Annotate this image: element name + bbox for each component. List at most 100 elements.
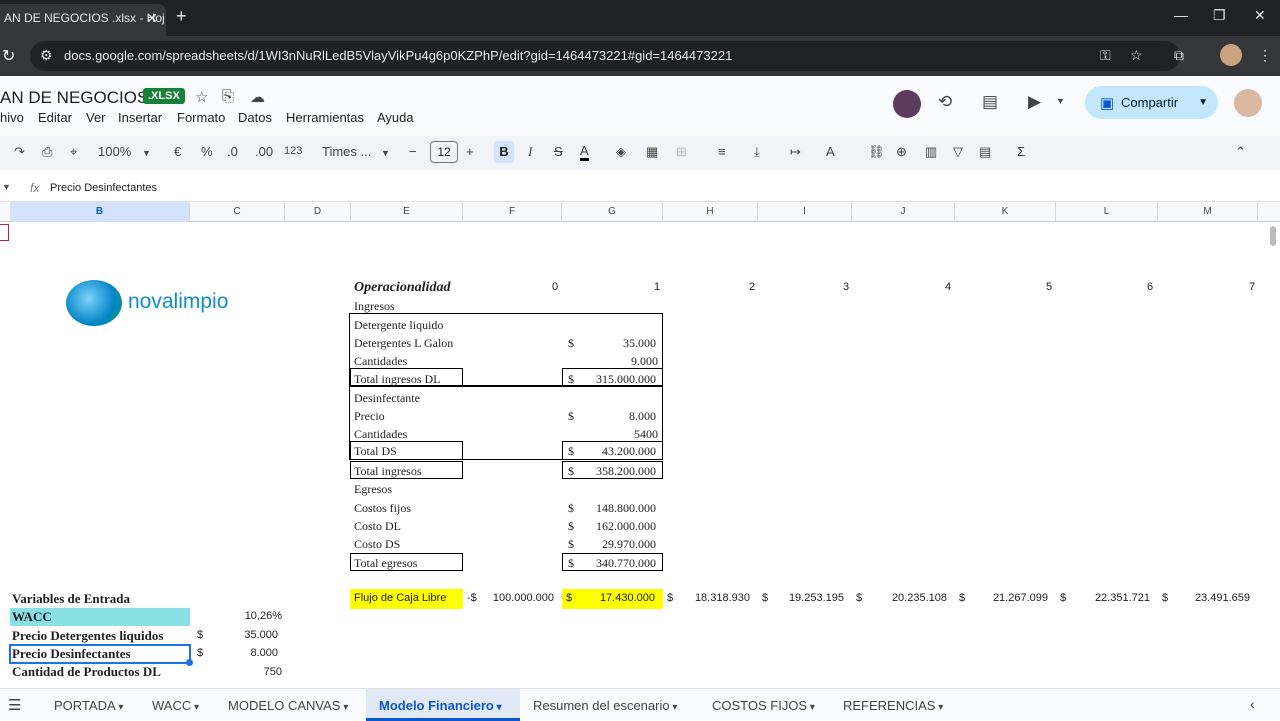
costo-ds-label[interactable]: Costo DS (354, 537, 400, 552)
flujo-value[interactable]: 21.267.099 (971, 592, 1048, 604)
chevron-down-icon[interactable]: ▾ (935, 702, 943, 713)
precio-label[interactable]: Precio (354, 409, 385, 424)
wacc-value[interactable]: 10,26% (200, 610, 282, 622)
det-galon-label[interactable]: Detergentes L Galon (354, 336, 453, 351)
desinfectante-label[interactable]: Desinfectante (354, 391, 420, 406)
chevron-down-icon[interactable]: ▾ (340, 702, 348, 713)
key-icon[interactable]: ⚿ (1100, 47, 1111, 64)
chevron-down-icon[interactable]: ▼ (1056, 96, 1065, 106)
formula-input[interactable]: Precio Desinfectantes (50, 182, 157, 194)
variables-title[interactable]: Variables de Entrada (12, 591, 130, 607)
collaborator-avatar[interactable] (893, 90, 921, 118)
precio-det-label[interactable]: Precio Detergentes liquidos (12, 628, 163, 644)
sheet-tab[interactable]: COSTOS FIJOS ▾ (712, 698, 815, 713)
print-icon[interactable]: ⎙ (42, 144, 52, 160)
menu-item[interactable]: Herramientas (286, 110, 364, 125)
fill-handle[interactable] (186, 659, 193, 666)
column-header[interactable]: C (190, 202, 285, 222)
chevron-down-icon[interactable]: ▼ (1198, 86, 1208, 119)
costos-fijos-label[interactable]: Costos fijos (354, 501, 411, 516)
chevron-down-icon[interactable]: ▾ (116, 702, 123, 713)
flujo-value[interactable]: 22.351.721 (1072, 592, 1150, 604)
menu-item[interactable]: Ayuda (377, 110, 414, 125)
sheet-grid[interactable]: novalimpio Operacionalidad 0 1 2 3 4 5 6 7 Ingr… (0, 222, 1268, 678)
costos-fijos-value[interactable]: 148.800.000 (580, 501, 656, 516)
period-number[interactable]: 7 (1242, 281, 1262, 293)
chevron-down-icon[interactable]: ▼ (142, 148, 151, 158)
font-select[interactable]: Times ... (322, 144, 371, 159)
fill-color-icon[interactable]: ◈ (616, 144, 626, 160)
table-view-icon[interactable]: ▤ (979, 144, 991, 160)
text-wrap-icon[interactable]: ↦ (790, 144, 801, 160)
total-egresos-value[interactable]: 340.770.000 (580, 556, 656, 571)
sheet-tab[interactable]: Modelo Financiero ▾ (379, 698, 502, 713)
sheet-tab[interactable]: MODELO CANVAS ▾ (228, 698, 348, 713)
sheet-tab[interactable]: REFERENCIAS ▾ (843, 698, 943, 713)
vertical-align-icon[interactable]: ⤓ (754, 144, 760, 160)
history-icon[interactable]: ⟲ (938, 92, 952, 112)
detergente-label[interactable]: Detergente liquido (354, 318, 443, 333)
flujo-value[interactable]: 17.430.000 (578, 592, 655, 604)
merge-cells-icon[interactable]: ⊞ (676, 144, 687, 160)
ingresos-label[interactable]: Ingresos (354, 299, 395, 314)
extensions-icon[interactable]: ⧉ (1174, 47, 1184, 64)
flujo-value[interactable]: 18.318.930 (679, 592, 750, 604)
all-sheets-icon[interactable]: ☰ (8, 696, 21, 714)
column-header[interactable]: K (955, 202, 1056, 222)
cant2-value[interactable]: 5400 (580, 427, 658, 442)
operacionalidad-title[interactable]: Operacionalidad (354, 280, 450, 296)
paint-format-icon[interactable]: ⌖ (70, 144, 77, 160)
precio-det-value[interactable]: 35.000 (210, 629, 278, 641)
close-tab-icon[interactable]: ✕ (146, 4, 158, 32)
star-icon[interactable]: ☆ (1130, 47, 1143, 64)
total-dl-value[interactable]: 315.000.000 (580, 372, 656, 387)
menu-item[interactable]: Editar (38, 110, 72, 125)
flujo-value[interactable]: 23.491.659 (1174, 592, 1250, 604)
close-window-icon[interactable]: ✕ (1254, 7, 1266, 24)
font-size-increase-icon[interactable]: + (466, 144, 474, 159)
sheet-tab[interactable]: Resumen del escenario ▾ (533, 698, 677, 713)
bold-button[interactable]: B (494, 141, 514, 163)
strikethrough-icon[interactable]: S (554, 144, 563, 159)
cloud-icon[interactable]: ☁ (250, 88, 265, 106)
column-header[interactable]: H (663, 202, 758, 222)
functions-icon[interactable]: Σ (1017, 144, 1025, 159)
wacc-label[interactable]: WACC (12, 609, 52, 625)
precio-des-label[interactable]: Precio Desinfectantes (12, 646, 131, 662)
period-number[interactable]: 1 (647, 281, 667, 293)
minimize-icon[interactable]: — (1174, 7, 1188, 23)
column-header[interactable]: I (758, 202, 852, 222)
sheet-tab[interactable]: PORTADA ▾ (54, 698, 123, 713)
total-ingresos-value[interactable]: 358.200.000 (580, 464, 656, 479)
det-galon-value[interactable]: 35.000 (580, 336, 656, 351)
column-header[interactable]: D (285, 202, 351, 222)
number-format-button[interactable]: 123 (284, 145, 302, 157)
more-icon[interactable]: ⋮ (1258, 47, 1272, 64)
scroll-tabs-left-icon[interactable]: ‹ (1250, 696, 1255, 712)
cant1-label[interactable]: Cantidades (354, 354, 407, 369)
chart-icon[interactable]: ▥ (925, 144, 937, 160)
total-dl-label[interactable]: Total ingresos DL (354, 372, 440, 387)
italic-button[interactable]: I (528, 144, 532, 160)
chevron-down-icon[interactable]: ▾ (670, 702, 677, 713)
browser-tab[interactable]: AN DE NEGOCIOS .xlsx - Hoj ✕ (0, 4, 166, 36)
cant1-value[interactable]: 9.000 (580, 354, 658, 369)
flujo-value[interactable]: 19.253.195 (774, 592, 844, 604)
period-number[interactable]: 5 (1039, 281, 1059, 293)
maximize-icon[interactable]: ❐ (1213, 7, 1226, 24)
column-header[interactable]: M (1158, 202, 1258, 222)
chevron-down-icon[interactable]: ▼ (381, 148, 390, 158)
menu-item[interactable]: Datos (238, 110, 272, 125)
column-header[interactable]: F (463, 202, 562, 222)
costo-ds-value[interactable]: 29.970.000 (580, 537, 656, 552)
star-icon[interactable]: ☆ (195, 88, 208, 106)
user-avatar[interactable] (1234, 89, 1262, 117)
comment-icon[interactable]: ▤ (982, 92, 998, 112)
chevron-down-icon[interactable]: ▾ (191, 702, 199, 713)
menu-item[interactable]: Ver (86, 110, 106, 125)
profile-avatar[interactable] (1220, 44, 1242, 66)
cantidad-value[interactable]: 750 (210, 666, 282, 678)
period-number[interactable]: 2 (742, 281, 762, 293)
doc-title[interactable]: AN DE NEGOCIOS (0, 88, 148, 108)
move-icon[interactable]: ⎘ (222, 88, 234, 105)
